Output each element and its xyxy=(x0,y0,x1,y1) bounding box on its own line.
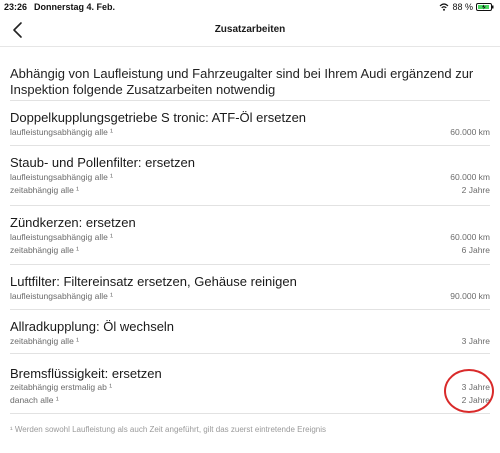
status-time: 23:26 xyxy=(4,2,28,12)
interval-label: zeitabhängig alle ¹ xyxy=(10,336,79,346)
navigation-bar: Zusatzarbeiten xyxy=(0,14,500,47)
interval-value: 90.000 km xyxy=(450,291,490,301)
section-title: Doppelkupplungsgetriebe S tronic: ATF-Öl… xyxy=(10,110,307,125)
interval-label: laufleistungsabhängig alle ¹ xyxy=(10,291,114,301)
divider xyxy=(10,309,490,310)
divider xyxy=(10,205,490,206)
status-bar: 23:26 Donnerstag 4. Feb. 88 % xyxy=(0,0,500,14)
interval-label: laufleistungsabhängig alle ¹ xyxy=(10,172,114,182)
interval-value: 60.000 km xyxy=(450,172,490,182)
footnote: ¹ Werden sowohl Laufleistung als auch Ze… xyxy=(10,425,327,434)
interval-label: zeitabhängig alle ¹ xyxy=(10,185,79,195)
section-title: Bremsflüssigkeit: ersetzen xyxy=(10,366,162,381)
interval-value: 60.000 km xyxy=(450,127,490,137)
divider xyxy=(10,145,490,146)
divider xyxy=(10,413,490,414)
section-title: Allradkupplung: Öl wechseln xyxy=(10,319,175,334)
page-title: Zusatzarbeiten xyxy=(214,24,286,35)
divider xyxy=(10,264,490,265)
divider xyxy=(10,353,490,354)
wifi-icon xyxy=(440,3,449,11)
divider xyxy=(10,100,490,101)
interval-value: 6 Jahre xyxy=(461,245,490,255)
interval-label: laufleistungsabhängig alle ¹ xyxy=(10,127,114,137)
interval-label: zeitabhängig alle ¹ xyxy=(10,245,79,255)
battery-percent: 88 % xyxy=(452,2,473,12)
interval-value: 3 Jahre xyxy=(461,336,490,346)
status-right: 88 % xyxy=(439,2,494,12)
section-title: Staub- und Pollenfilter: ersetzen xyxy=(10,155,195,170)
annotation-circle xyxy=(444,369,494,413)
interval-label: zeitabhängig erstmalig ab ¹ xyxy=(10,382,113,392)
interval-label: danach alle ¹ xyxy=(10,395,59,405)
interval-value: 60.000 km xyxy=(450,232,490,242)
interval-value: 2 Jahre xyxy=(461,185,490,195)
section-title: Luftfilter: Filtereinsatz ersetzen, Gehä… xyxy=(10,274,297,289)
section-title: Zündkerzen: ersetzen xyxy=(10,215,136,230)
interval-label: laufleistungsabhängig alle ¹ xyxy=(10,232,114,242)
status-date: Donnerstag 4. Feb. xyxy=(34,2,116,12)
intro-text: Abhängig von Laufleistung und Fahrzeugal… xyxy=(10,66,474,97)
battery-charging-icon xyxy=(476,3,494,11)
